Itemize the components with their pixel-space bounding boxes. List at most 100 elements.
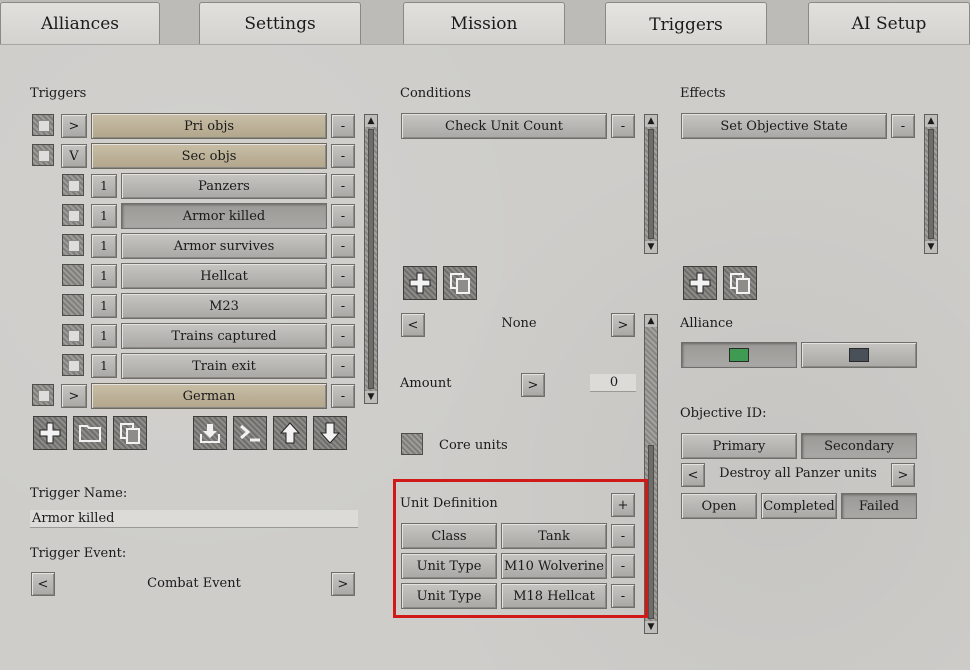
tab-ai-setup[interactable]: AI Setup [808,2,970,44]
remove-trigger-button[interactable]: - [331,174,355,198]
trigger-event-next[interactable]: > [331,572,355,596]
trigger-checkbox[interactable] [62,324,84,346]
trigger-checkbox[interactable] [32,384,54,406]
trigger-name-input[interactable]: Armor killed [30,510,358,528]
trigger-checkbox[interactable] [32,144,54,166]
scroll-up-icon[interactable]: ▲ [645,115,657,127]
trigger-checkbox[interactable] [62,264,84,286]
scroll-up-icon[interactable]: ▲ [365,115,377,127]
remove-trigger-button[interactable]: - [331,144,355,168]
duplicate-effect-button[interactable] [723,266,757,300]
trigger-checkbox[interactable] [32,114,54,136]
trigger-checkbox[interactable] [62,204,84,226]
script-button[interactable] [233,416,267,450]
effects-scrollbar[interactable]: ▲ ▼ [924,114,938,254]
conditions-scrollbar[interactable]: ▲ ▼ [644,114,658,254]
scroll-thumb[interactable] [648,129,654,239]
condition-selector-prev[interactable]: < [401,313,425,337]
scroll-thumb[interactable] [928,129,934,239]
move-up-button[interactable] [273,416,307,450]
remove-unit-def-button[interactable]: - [611,584,635,608]
trigger-item[interactable]: Hellcat [121,263,327,289]
alliance-option-2[interactable] [801,342,917,368]
remove-effect-button[interactable]: - [891,114,915,138]
expand-toggle[interactable]: V [61,144,87,168]
tab-mission[interactable]: Mission [403,2,565,44]
alliance-option-1[interactable] [681,342,797,368]
remove-trigger-button[interactable]: - [331,384,355,408]
trigger-group-sec-objs[interactable]: Sec objs [91,143,327,169]
remove-unit-def-button[interactable]: - [611,524,635,548]
remove-trigger-button[interactable]: - [331,234,355,258]
unit-def-value[interactable]: M10 Wolverine [501,553,607,579]
trigger-count[interactable]: 1 [91,324,117,348]
scroll-down-icon[interactable]: ▼ [645,241,657,253]
remove-trigger-button[interactable]: - [331,114,355,138]
condition-selector-next[interactable]: > [611,313,635,337]
add-unit-definition-button[interactable]: + [611,493,635,517]
trigger-group-german[interactable]: German [91,383,327,409]
expand-toggle[interactable]: > [61,114,87,138]
remove-trigger-button[interactable]: - [331,264,355,288]
scroll-thumb[interactable] [648,445,654,619]
trigger-item[interactable]: M23 [121,293,327,319]
unit-def-key[interactable]: Unit Type [401,583,497,609]
scroll-down-icon[interactable]: ▼ [645,621,657,633]
add-condition-button[interactable] [403,266,437,300]
scroll-down-icon[interactable]: ▼ [365,391,377,403]
trigger-item[interactable]: Trains captured [121,323,327,349]
scroll-up-icon[interactable]: ▲ [925,115,937,127]
tab-triggers[interactable]: Triggers [605,2,767,46]
state-completed-button[interactable]: Completed [761,493,837,519]
primary-button[interactable]: Primary [681,433,797,459]
tab-alliances[interactable]: Alliances [0,2,160,44]
remove-trigger-button[interactable]: - [331,354,355,378]
objective-prev[interactable]: < [681,463,705,487]
trigger-checkbox[interactable] [62,234,84,256]
add-effect-button[interactable] [683,266,717,300]
triggers-scrollbar[interactable]: ▲ ▼ [364,114,378,404]
remove-unit-def-button[interactable]: - [611,554,635,578]
move-down-button[interactable] [313,416,347,450]
trigger-group-pri-objs[interactable]: Pri objs [91,113,327,139]
expand-toggle[interactable]: > [61,384,87,408]
remove-trigger-button[interactable]: - [331,204,355,228]
state-failed-button[interactable]: Failed [841,493,917,519]
amount-input[interactable]: 0 [590,374,636,392]
trigger-checkbox[interactable] [62,174,84,196]
state-open-button[interactable]: Open [681,493,757,519]
unit-def-value[interactable]: Tank [501,523,607,549]
unit-def-value[interactable]: M18 Hellcat [501,583,607,609]
trigger-count[interactable]: 1 [91,234,117,258]
unit-def-key[interactable]: Class [401,523,497,549]
trigger-count[interactable]: 1 [91,354,117,378]
trigger-count[interactable]: 1 [91,294,117,318]
remove-trigger-button[interactable]: - [331,294,355,318]
unit-def-key[interactable]: Unit Type [401,553,497,579]
add-folder-button[interactable] [73,416,107,450]
trigger-checkbox[interactable] [62,354,84,376]
objective-next[interactable]: > [891,463,915,487]
tab-settings[interactable]: Settings [199,2,361,44]
scroll-thumb[interactable] [368,129,374,389]
scroll-up-icon[interactable]: ▲ [645,315,657,327]
core-units-checkbox[interactable] [401,433,423,455]
trigger-item[interactable]: Panzers [121,173,327,199]
trigger-count[interactable]: 1 [91,174,117,198]
add-trigger-button[interactable] [33,416,67,450]
trigger-checkbox[interactable] [62,294,84,316]
trigger-count[interactable]: 1 [91,204,117,228]
trigger-item-selected[interactable]: Armor killed [121,203,327,229]
trigger-count[interactable]: 1 [91,264,117,288]
trigger-item[interactable]: Armor survives [121,233,327,259]
duplicate-trigger-button[interactable] [113,416,147,450]
scroll-down-icon[interactable]: ▼ [925,241,937,253]
remove-trigger-button[interactable]: - [331,324,355,348]
amount-stepper[interactable]: > [521,373,545,397]
secondary-button[interactable]: Secondary [801,433,917,459]
duplicate-condition-button[interactable] [443,266,477,300]
trigger-event-prev[interactable]: < [31,572,55,596]
import-button[interactable] [193,416,227,450]
condition-item[interactable]: Check Unit Count [401,113,607,139]
remove-condition-button[interactable]: - [611,114,635,138]
